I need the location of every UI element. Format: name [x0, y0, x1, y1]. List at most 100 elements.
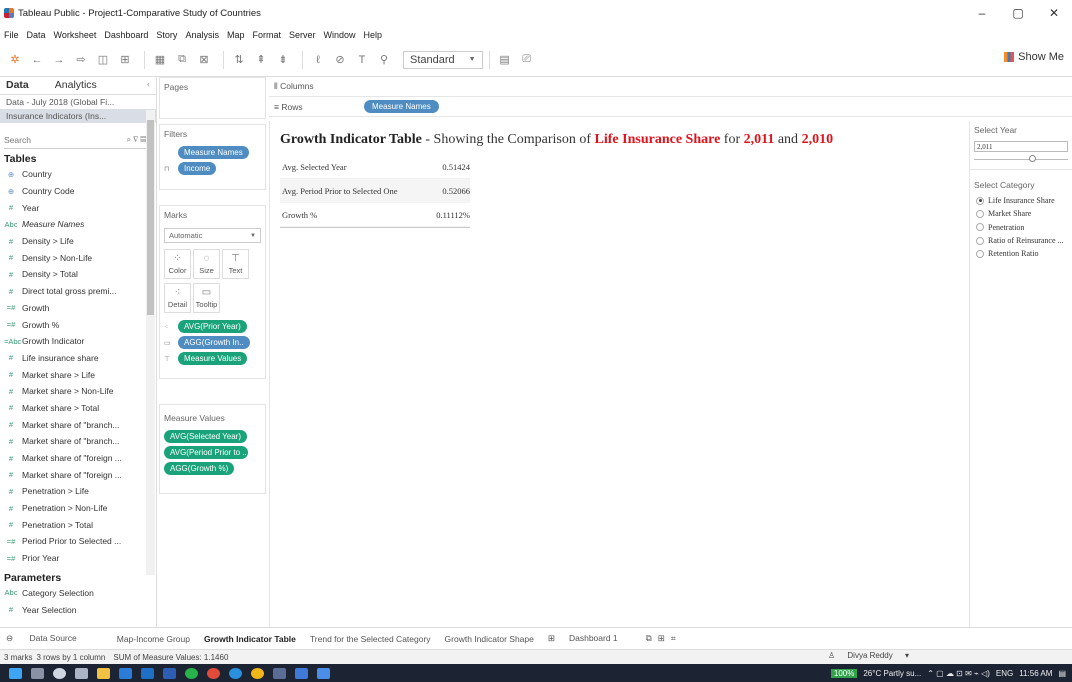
show-cards-icon[interactable]: ▤	[496, 51, 514, 69]
menu-format[interactable]: Format	[252, 30, 281, 40]
field-item[interactable]: =# Prior Year	[0, 550, 156, 567]
chrome-icon-2[interactable]	[251, 667, 264, 679]
field-item[interactable]: ⊕ Country Code	[0, 183, 156, 200]
windows-start-icon[interactable]	[9, 667, 22, 679]
redo-icon[interactable]: →	[50, 51, 68, 69]
marks-pill-measure-values[interactable]: Measure Values	[178, 352, 248, 365]
menu-window[interactable]: Window	[324, 30, 356, 40]
task-view-icon[interactable]	[75, 667, 88, 679]
field-item[interactable]: # Life insurance share	[0, 350, 156, 367]
show-me-button[interactable]: Show Me	[1004, 51, 1064, 63]
menu-story[interactable]: Story	[156, 30, 177, 40]
labels-icon[interactable]: T	[353, 51, 371, 69]
field-item[interactable]: # Density > Life	[0, 233, 156, 250]
swap-icon[interactable]: ⇅	[230, 51, 248, 69]
fit-dropdown[interactable]: Standard ▼	[403, 50, 483, 69]
marks-pill-prior-year[interactable]: AVG(Prior Year)	[178, 320, 247, 333]
category-option[interactable]: Life Insurance Share	[970, 194, 1072, 207]
marks-card[interactable]: Marks Automatic ▼ ⁘ Color ◌ Size ⊤ Text ⁖ De…	[159, 205, 266, 379]
field-item[interactable]: ⊕ Country	[0, 166, 156, 183]
tab-growth-indicator-shape[interactable]: Growth Indicator Shape	[445, 634, 534, 644]
table-row[interactable]: Avg. Selected Year 0.51424	[280, 155, 470, 179]
store-icon[interactable]	[119, 667, 132, 679]
field-item[interactable]: # Year Selection	[0, 601, 156, 618]
chrome-icon[interactable]	[207, 667, 220, 679]
tab-data-source[interactable]: ⊖ Data Source	[6, 633, 91, 644]
text-button[interactable]: ⊤ Text	[222, 249, 249, 279]
field-item[interactable]: # Market share > Total	[0, 400, 156, 417]
tableau-home-icon[interactable]: ✲	[6, 51, 24, 69]
highlight-icon[interactable]: ℓ	[309, 51, 327, 69]
clock[interactable]: 11:56 AM	[1019, 669, 1052, 678]
group-icon[interactable]: ⊘	[331, 51, 349, 69]
menu-help[interactable]: Help	[364, 30, 383, 40]
word-icon[interactable]	[163, 667, 176, 679]
pin-icon[interactable]: ⚲	[375, 51, 393, 69]
sort-descending-icon[interactable]: ⇟	[274, 51, 292, 69]
slider-knob[interactable]	[1029, 155, 1036, 162]
new-dashboard-tab-icon[interactable]: ⊞	[658, 633, 665, 644]
measure-values-card[interactable]: Measure Values AVG(Selected Year) AVG(Pe…	[159, 404, 266, 494]
menu-analysis[interactable]: Analysis	[185, 30, 219, 40]
menu-file[interactable]: File	[4, 30, 19, 40]
table-row[interactable]: Avg. Period Prior to Selected One 0.5206…	[280, 179, 470, 203]
new-story-tab-icon[interactable]: ⌗	[671, 633, 676, 644]
tab-trend[interactable]: Trend for the Selected Category	[310, 634, 431, 644]
new-worksheet-icon[interactable]: ▦	[151, 51, 169, 69]
marks-pill-growth-indicator[interactable]: AGG(Growth In..	[178, 336, 250, 349]
field-item[interactable]: # Penetration > Life	[0, 483, 156, 500]
close-button[interactable]: ✕	[1036, 0, 1072, 26]
category-option[interactable]: Market Share	[970, 207, 1072, 220]
field-item[interactable]: # Market share of "branch...	[0, 416, 156, 433]
mv-pill-selected-year[interactable]: AVG(Selected Year)	[164, 430, 248, 443]
mark-type-dropdown[interactable]: Automatic ▼	[164, 228, 261, 243]
sort-ascending-icon[interactable]: ⇞	[252, 51, 270, 69]
field-item[interactable]: # Market share of "foreign ...	[0, 450, 156, 467]
field-item[interactable]: # Density > Non-Life	[0, 249, 156, 266]
field-item[interactable]: # Penetration > Non-Life	[0, 500, 156, 517]
field-item[interactable]: # Market share > Non-Life	[0, 383, 156, 400]
menu-worksheet[interactable]: Worksheet	[54, 30, 97, 40]
maximize-button[interactable]: ▢	[1000, 0, 1036, 26]
size-button[interactable]: ◌ Size	[193, 249, 220, 279]
rows-shelf[interactable]: ≡ Rows Measure Names	[269, 97, 1072, 117]
pages-card[interactable]: Pages	[159, 77, 266, 119]
field-item[interactable]: =# Growth %	[0, 316, 156, 333]
menu-server[interactable]: Server	[289, 30, 316, 40]
language-indicator[interactable]: ENG	[996, 669, 1013, 678]
scrollbar-thumb[interactable]	[147, 120, 154, 315]
field-item[interactable]: # Market share > Life	[0, 366, 156, 383]
color-button[interactable]: ⁘ Color	[164, 249, 191, 279]
field-item[interactable]: # Direct total gross premi...	[0, 283, 156, 300]
tab-map-income-group[interactable]: Map-Income Group	[117, 634, 190, 644]
field-item[interactable]: Abc Measure Names	[0, 216, 156, 233]
weather-text[interactable]: 26°C Partly su...	[863, 669, 921, 678]
rows-pill-measure-names[interactable]: Measure Names	[364, 100, 439, 113]
cortana-icon[interactable]	[53, 667, 66, 679]
filters-card[interactable]: Filters Measure Names ⊓ Income	[159, 124, 266, 190]
category-option[interactable]: Penetration	[970, 221, 1072, 234]
view-title[interactable]: Growth Indicator Table - Showing the Com…	[280, 132, 833, 148]
field-item[interactable]: =# Period Prior to Selected ...	[0, 533, 156, 550]
tray-icons[interactable]: ⌃ ▢ ☁ ⊡ ✉ ⌁ ◁)	[927, 669, 990, 678]
field-item[interactable]: # Density > Total	[0, 266, 156, 283]
columns-shelf[interactable]: ⦀ Columns	[269, 77, 1072, 97]
menu-data[interactable]: Data	[27, 30, 46, 40]
tooltip-button[interactable]: ▭ Tooltip	[193, 283, 220, 313]
search-input[interactable]	[4, 134, 104, 145]
minimize-button[interactable]: –	[964, 0, 1000, 26]
tableau-taskbar-icon[interactable]	[273, 667, 286, 679]
clear-sheet-icon[interactable]: ⊠	[195, 51, 213, 69]
undo-icon[interactable]: ←	[28, 51, 46, 69]
zoom-indicator[interactable]: 100%	[830, 668, 858, 678]
collapse-icon[interactable]: ‹	[141, 77, 156, 94]
user-menu[interactable]: ♙ Divya Reddy ▾	[828, 651, 919, 660]
menu-map[interactable]: Map	[227, 30, 245, 40]
whatsapp-icon[interactable]	[185, 667, 198, 679]
category-option[interactable]: Retention Ratio	[970, 247, 1072, 260]
edge-icon[interactable]	[229, 667, 242, 679]
year-input[interactable]: 2,011	[974, 141, 1068, 152]
app-icon-2[interactable]	[317, 667, 330, 679]
duplicate-sheet-icon[interactable]: ⧉	[173, 51, 191, 69]
new-worksheet-tab-icon[interactable]: ⧉	[646, 633, 652, 644]
